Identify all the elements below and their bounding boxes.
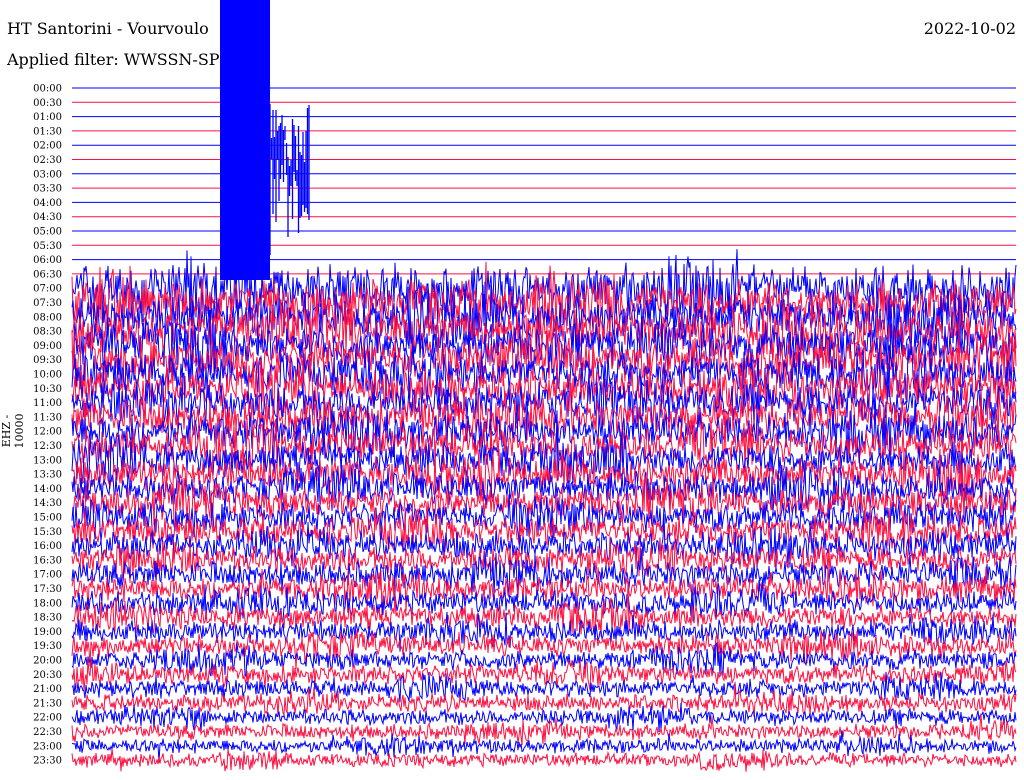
row-time-label: 08:30 xyxy=(33,327,62,338)
row-time-label: 14:30 xyxy=(33,498,62,509)
row-time-label: 20:30 xyxy=(33,670,62,681)
row-time-label: 21:30 xyxy=(33,698,62,709)
row-time-label: 16:30 xyxy=(33,555,62,566)
row-time-label: 10:00 xyxy=(33,370,62,381)
row-time-label: 10:30 xyxy=(33,384,62,395)
row-time-label: 04:30 xyxy=(33,212,62,223)
row-time-label: 16:00 xyxy=(33,541,62,552)
row-time-label: 01:00 xyxy=(33,112,62,123)
row-time-label: 17:30 xyxy=(33,584,62,595)
row-time-label: 00:30 xyxy=(33,98,62,109)
row-time-label: 12:30 xyxy=(33,441,62,452)
row-time-label: 19:00 xyxy=(33,627,62,638)
row-time-label: 12:00 xyxy=(33,427,62,438)
row-time-label: 14:00 xyxy=(33,484,62,495)
helicorder-plot: 00:00 00:30 01:00 01:30 02:00 02:30 03:00 03:30… xyxy=(33,0,1017,772)
row-time-label: 19:30 xyxy=(33,641,62,652)
trace-row-2330 xyxy=(71,748,1017,772)
row-time-label: 06:00 xyxy=(33,255,62,266)
row-time-label: 07:00 xyxy=(33,284,62,295)
row-time-label: 20:00 xyxy=(33,656,62,667)
row-time-label: 08:00 xyxy=(33,312,62,323)
row-time-label: 04:00 xyxy=(33,198,62,209)
row-time-label: 02:00 xyxy=(33,141,62,152)
row-time-label: 11:00 xyxy=(33,398,62,409)
row-time-label: 15:00 xyxy=(33,513,62,524)
row-time-label: 13:30 xyxy=(33,470,62,481)
row-time-label: 18:00 xyxy=(33,598,62,609)
row-time-label: 07:30 xyxy=(33,298,62,309)
row-time-label: 13:00 xyxy=(33,455,62,466)
station-title: HT Santorini - Vourvoulo xyxy=(7,19,209,38)
row-time-label: 05:30 xyxy=(33,241,62,252)
row-time-label: 15:30 xyxy=(33,527,62,538)
filter-label: Applied filter: WWSSN-SP xyxy=(7,50,220,69)
row-time-label: 09:00 xyxy=(33,341,62,352)
row-time-label: 23:30 xyxy=(33,756,62,767)
row-time-label: 22:00 xyxy=(33,713,62,724)
row-time-label: 21:00 xyxy=(33,684,62,695)
row-time-label: 18:30 xyxy=(33,613,62,624)
row-time-label: 03:30 xyxy=(33,184,62,195)
row-time-label: 22:30 xyxy=(33,727,62,738)
large-event-waveform xyxy=(220,0,270,280)
row-time-label: 17:00 xyxy=(33,570,62,581)
row-time-label: 11:30 xyxy=(33,412,62,423)
row-time-label: 01:30 xyxy=(33,126,62,137)
large-event-coda xyxy=(269,104,310,255)
row-time-label: 00:00 xyxy=(33,84,62,95)
row-time-label: 06:30 xyxy=(33,269,62,280)
row-time-label: 09:30 xyxy=(33,355,62,366)
row-time-label: 23:00 xyxy=(33,741,62,752)
row-time-label: 05:00 xyxy=(33,227,62,238)
row-time-label: 02:30 xyxy=(33,155,62,166)
row-time-label: 03:00 xyxy=(33,169,62,180)
